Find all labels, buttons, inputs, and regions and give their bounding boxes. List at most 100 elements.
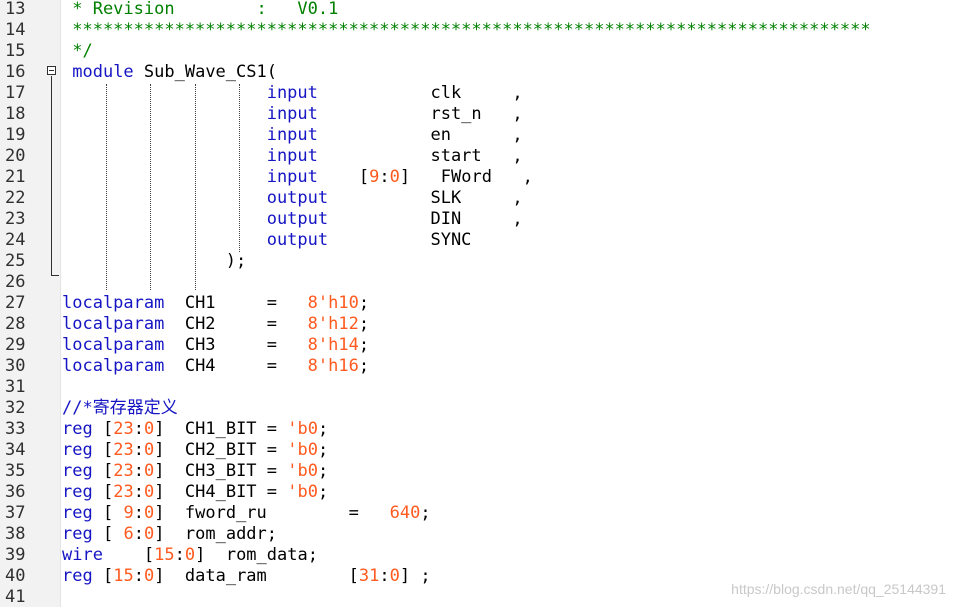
text-token: ] CH4_BIT = bbox=[154, 482, 288, 502]
code-text[interactable]: reg [23:0] CH2_BIT = 'b0; bbox=[62, 440, 328, 461]
keyword-token: module bbox=[72, 62, 134, 82]
code-line: 16 module Sub_Wave_CS1( bbox=[0, 62, 954, 83]
number-token: 'b0 bbox=[287, 482, 318, 502]
code-line: 27 localparam CH1 = 8'h10; bbox=[0, 293, 954, 314]
comment-token: ****************************************… bbox=[62, 20, 871, 40]
number-token: 0 bbox=[143, 482, 155, 502]
code-line: 13 * Revision : V0.1 bbox=[0, 0, 954, 20]
number-token: 6 bbox=[123, 524, 134, 544]
text-token: : bbox=[379, 167, 390, 187]
keyword-token: reg bbox=[62, 503, 93, 523]
code-text[interactable]: localparam CH2 = 8'h12; bbox=[62, 314, 369, 335]
code-text[interactable]: ); bbox=[62, 251, 256, 272]
text-token: ; bbox=[420, 503, 431, 523]
code-text[interactable]: */ bbox=[62, 41, 93, 62]
text-token: ] data_ram [ bbox=[154, 566, 359, 586]
code-line: 37 reg [ 9:0] fword_ru = 640; bbox=[0, 503, 954, 524]
text-token: ; bbox=[317, 419, 329, 439]
code-line: 26 bbox=[0, 272, 954, 293]
text-token: [ bbox=[92, 524, 124, 544]
text-token: [ bbox=[92, 419, 114, 439]
code-text[interactable]: input clk , bbox=[62, 83, 523, 104]
code-text[interactable]: input [9:0] FWord , bbox=[62, 167, 533, 188]
comment-token: //*寄存器定义 bbox=[62, 398, 178, 418]
text-token: CH1 = bbox=[164, 293, 308, 313]
code-line: 24 output SYNC bbox=[0, 230, 954, 251]
line-number: 34 bbox=[5, 440, 26, 460]
text-token: start , bbox=[317, 146, 523, 166]
code-text[interactable]: reg [23:0] CH1_BIT = 'b0; bbox=[62, 419, 328, 440]
keyword-token: output bbox=[266, 188, 329, 208]
line-number: 28 bbox=[5, 314, 26, 334]
line-number: 32 bbox=[5, 398, 26, 418]
line-number: 26 bbox=[5, 272, 26, 292]
line-number: 41 bbox=[5, 587, 26, 607]
line-number: 35 bbox=[5, 461, 26, 481]
keyword-token: localparam bbox=[62, 293, 165, 313]
number-token: 8'h16 bbox=[307, 356, 359, 376]
code-text[interactable]: //*寄存器定义 bbox=[62, 398, 178, 419]
text-token: ); bbox=[62, 251, 257, 271]
text-token: CH4 = bbox=[164, 356, 308, 376]
code-line: 36 reg [23:0] CH4_BIT = 'b0; bbox=[0, 482, 954, 503]
text-token: [ bbox=[92, 440, 114, 460]
code-text[interactable]: localparam CH1 = 8'h10; bbox=[62, 293, 369, 314]
number-token: 9 bbox=[123, 503, 134, 523]
code-line: 19 input en , bbox=[0, 125, 954, 146]
code-text[interactable]: reg [ 9:0] fword_ru = 640; bbox=[62, 503, 431, 524]
keyword-token: output bbox=[266, 230, 329, 250]
code-text[interactable]: module Sub_Wave_CS1( bbox=[62, 62, 277, 83]
number-token: 0 bbox=[389, 566, 400, 586]
code-text[interactable]: input en , bbox=[62, 125, 523, 146]
code-text[interactable]: * Revision : V0.1 bbox=[62, 0, 338, 20]
text-token: DIN , bbox=[328, 209, 523, 229]
line-number: 33 bbox=[5, 419, 26, 439]
code-text[interactable]: reg [15:0] data_ram [31:0] ; bbox=[62, 566, 431, 587]
text-token: ] CH1_BIT = bbox=[154, 419, 288, 439]
text-token: [ bbox=[92, 503, 124, 523]
text-token: : bbox=[133, 440, 144, 460]
line-number: 19 bbox=[5, 125, 26, 145]
code-line: 14 *************************************… bbox=[0, 20, 954, 41]
line-number: 29 bbox=[5, 335, 26, 355]
line-number: 17 bbox=[5, 83, 26, 103]
code-line: 28 localparam CH2 = 8'h12; bbox=[0, 314, 954, 335]
comment-token: */ bbox=[62, 41, 93, 61]
code-text[interactable]: reg [ 6:0] rom_addr; bbox=[62, 524, 277, 545]
text-token: : bbox=[133, 419, 144, 439]
code-text[interactable]: localparam CH3 = 8'h14; bbox=[62, 335, 369, 356]
code-text[interactable]: output SYNC bbox=[62, 230, 472, 251]
code-line: 38 reg [ 6:0] rom_addr; bbox=[0, 524, 954, 545]
code-line: 35 reg [23:0] CH3_BIT = 'b0; bbox=[0, 461, 954, 482]
code-text[interactable]: localparam CH4 = 8'h16; bbox=[62, 356, 369, 377]
fold-collapse-icon[interactable] bbox=[47, 66, 56, 75]
text-token: ] CH2_BIT = bbox=[154, 440, 288, 460]
text-token: ; bbox=[358, 314, 370, 334]
code-text[interactable]: ****************************************… bbox=[62, 20, 871, 41]
text-token: [ bbox=[317, 167, 370, 187]
code-editor[interactable]: 13 * Revision : V0.1 14 *****************… bbox=[0, 0, 954, 607]
code-text[interactable]: output DIN , bbox=[62, 209, 523, 230]
line-number: 39 bbox=[5, 545, 26, 565]
number-token: 0 bbox=[143, 524, 155, 544]
line-number: 14 bbox=[5, 20, 26, 40]
code-text[interactable]: reg [23:0] CH4_BIT = 'b0; bbox=[62, 482, 328, 503]
text-token: ] fword_ru = bbox=[154, 503, 390, 523]
text-token: ; bbox=[317, 482, 329, 502]
code-text[interactable]: wire [15:0] rom_data; bbox=[62, 545, 318, 566]
text-token: : bbox=[133, 524, 144, 544]
number-token: 8'h14 bbox=[307, 335, 359, 355]
keyword-token: localparam bbox=[62, 335, 165, 355]
code-text[interactable]: input rst_n , bbox=[62, 104, 523, 125]
code-text[interactable]: input start , bbox=[62, 146, 523, 167]
keyword-token: input bbox=[266, 83, 318, 103]
code-text[interactable]: reg [23:0] CH3_BIT = 'b0; bbox=[62, 461, 328, 482]
code-text[interactable]: output SLK , bbox=[62, 188, 523, 209]
text-token: : bbox=[379, 566, 390, 586]
text-token: CH3 = bbox=[164, 335, 308, 355]
